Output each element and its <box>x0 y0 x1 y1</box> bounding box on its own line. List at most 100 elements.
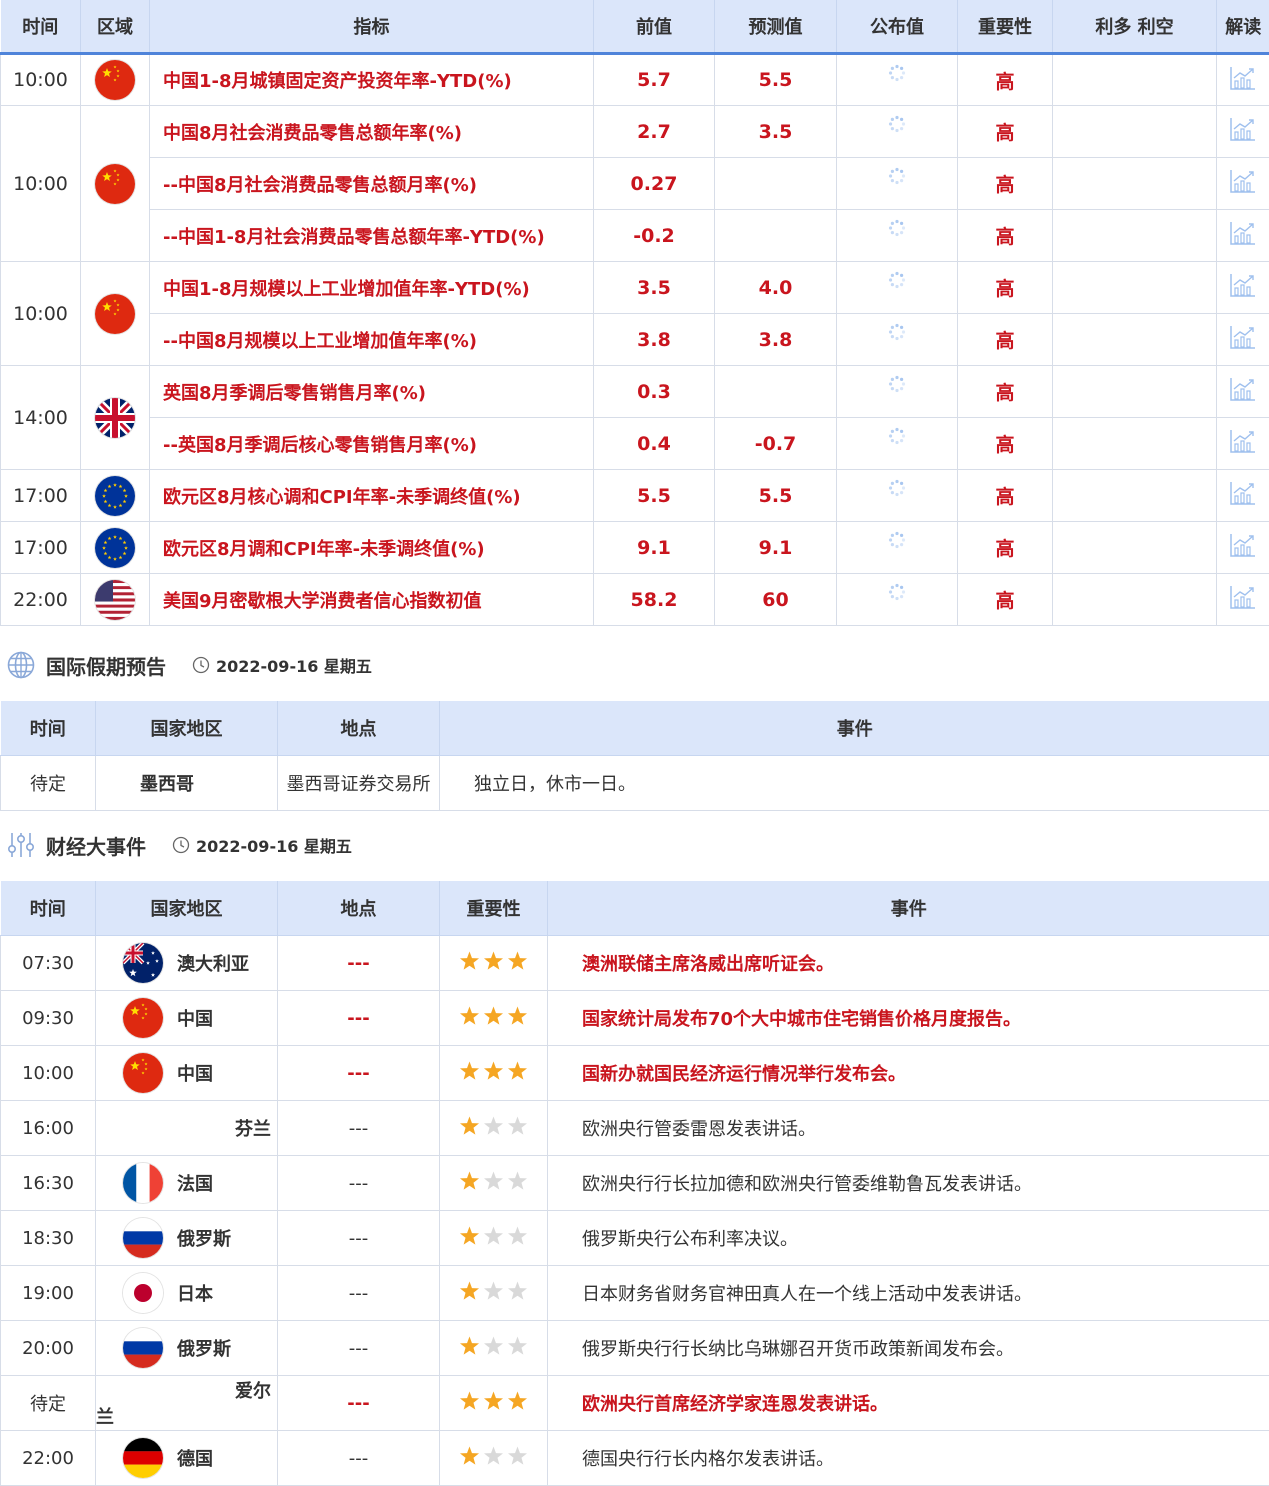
indicator-link[interactable]: 英国8月季调后零售销售月率(%) <box>150 366 594 418</box>
evt-location: --- <box>278 1211 440 1266</box>
star-filled-icon <box>483 951 504 971</box>
hol-country: 墨西哥 <box>96 756 278 811</box>
actual-value-cell <box>837 262 958 314</box>
evt-country-cell: 芬兰 <box>96 1101 278 1156</box>
evt-country-cell: 俄罗斯 <box>96 1321 278 1376</box>
star-empty-icon <box>483 1281 504 1301</box>
importance-stars <box>459 1116 528 1136</box>
chart-icon[interactable] <box>1230 273 1256 302</box>
importance-value: 高 <box>958 54 1053 106</box>
hol-event: 独立日，休市一日。 <box>440 756 1269 811</box>
star-empty-icon <box>483 1171 504 1191</box>
events-section-title: 财经大事件 <box>46 831 146 860</box>
star-filled-icon <box>483 1391 504 1411</box>
star-filled-icon <box>459 1226 480 1246</box>
previous-value: 0.4 <box>594 418 715 470</box>
interpretation-cell[interactable] <box>1217 574 1269 626</box>
chart-icon[interactable] <box>1230 429 1256 458</box>
region-cell <box>81 574 150 626</box>
col-actual: 公布值 <box>837 0 958 54</box>
star-filled-icon <box>459 1446 480 1466</box>
china-flag-icon <box>95 294 135 334</box>
evt-location: --- <box>278 1101 440 1156</box>
evt-description: 欧洲央行首席经济学家连恩发表讲话。 <box>548 1376 1269 1431</box>
importance-stars <box>459 1446 528 1466</box>
indicator-link[interactable]: --中国8月社会消费品零售总额月率(%) <box>150 158 594 210</box>
importance-stars <box>459 951 528 971</box>
interpretation-cell[interactable] <box>1217 210 1269 262</box>
col-interpretation: 解读 <box>1217 0 1269 54</box>
previous-value: 9.1 <box>594 522 715 574</box>
indicator-link[interactable]: --中国8月规模以上工业增加值年率(%) <box>150 314 594 366</box>
evt-importance-cell <box>440 1266 548 1321</box>
indicator-link[interactable]: 欧元区8月调和CPI年率-未季调终值(%) <box>150 522 594 574</box>
indicator-link[interactable]: 中国1-8月规模以上工业增加值年率-YTD(%) <box>150 262 594 314</box>
actual-value-cell <box>837 210 958 262</box>
event-time: 14:00 <box>1 366 81 470</box>
chart-icon[interactable] <box>1230 585 1256 614</box>
evt-country-name: 日本 <box>177 1284 213 1305</box>
chart-icon[interactable] <box>1230 533 1256 562</box>
interpretation-cell[interactable] <box>1217 158 1269 210</box>
interpretation-cell[interactable] <box>1217 106 1269 158</box>
evt-col-country: 国家地区 <box>96 881 278 936</box>
evt-country-name: 法国 <box>177 1174 213 1195</box>
evt-description: 欧洲央行行长拉加德和欧洲央行管委维勒鲁瓦发表讲话。 <box>548 1156 1269 1211</box>
region-cell <box>81 470 150 522</box>
table-row: 09:30中国---国家统计局发布70个大中城市住宅销售价格月度报告。 <box>1 991 1269 1046</box>
table-row: 10:00中国8月社会消费品零售总额年率(%)2.73.5高 <box>1 106 1269 158</box>
evt-importance-cell <box>440 1376 548 1431</box>
table-row: --中国1-8月社会消费品零售总额年率-YTD(%)-0.2高 <box>1 210 1269 262</box>
evt-description: 欧洲央行管委雷恩发表讲话。 <box>548 1101 1269 1156</box>
holiday-table: 时间 国家地区 地点 事件 待定 墨西哥 墨西哥证券交易所 独立日，休市一日。 <box>0 701 1269 811</box>
evt-location: --- <box>278 1266 440 1321</box>
indicator-link[interactable]: 欧元区8月核心调和CPI年率-未季调终值(%) <box>150 470 594 522</box>
forecast-value <box>715 210 837 262</box>
interpretation-cell[interactable] <box>1217 314 1269 366</box>
chart-icon[interactable] <box>1230 169 1256 198</box>
star-filled-icon <box>459 1336 480 1356</box>
evt-country-cell: 中国 <box>96 991 278 1046</box>
forecast-value: 5.5 <box>715 470 837 522</box>
star-empty-icon <box>507 1446 528 1466</box>
star-empty-icon <box>507 1281 528 1301</box>
china-flag-icon <box>123 998 163 1038</box>
region-cell <box>81 262 150 366</box>
evt-country-name: 德国 <box>177 1449 213 1470</box>
indicator-link[interactable]: 美国9月密歇根大学消费者信心指数初值 <box>150 574 594 626</box>
interpretation-cell[interactable] <box>1217 54 1269 106</box>
us-flag-icon <box>95 580 135 620</box>
previous-value: 3.8 <box>594 314 715 366</box>
loading-spinner-icon <box>887 426 907 451</box>
interpretation-cell[interactable] <box>1217 522 1269 574</box>
hol-col-location: 地点 <box>278 701 440 756</box>
forecast-value: 60 <box>715 574 837 626</box>
evt-country-cell: 澳大利亚 <box>96 936 278 991</box>
chart-icon[interactable] <box>1230 377 1256 406</box>
indicator-link[interactable]: 中国1-8月城镇固定资产投资年率-YTD(%) <box>150 54 594 106</box>
region-cell <box>81 54 150 106</box>
table-row: 16:30法国---欧洲央行行长拉加德和欧洲央行管委维勒鲁瓦发表讲话。 <box>1 1156 1269 1211</box>
chart-icon[interactable] <box>1230 221 1256 250</box>
star-filled-icon <box>507 1061 528 1081</box>
evt-col-time: 时间 <box>1 881 96 936</box>
chart-icon[interactable] <box>1230 481 1256 510</box>
interpretation-cell[interactable] <box>1217 262 1269 314</box>
interpretation-cell[interactable] <box>1217 470 1269 522</box>
chart-icon[interactable] <box>1230 325 1256 354</box>
indicator-link[interactable]: --中国1-8月社会消费品零售总额年率-YTD(%) <box>150 210 594 262</box>
table-row: --英国8月季调后核心零售销售月率(%)0.4-0.7高 <box>1 418 1269 470</box>
economic-calendar-table: 时间 区域 指标 前值 预测值 公布值 重要性 利多 利空 解读 10:00中国… <box>0 0 1269 626</box>
table-row: 22:00德国---德国央行行长内格尔发表讲话。 <box>1 1431 1269 1486</box>
chart-icon[interactable] <box>1230 66 1256 95</box>
bull-bear-cell <box>1053 158 1217 210</box>
star-filled-icon <box>459 1116 480 1136</box>
event-time: 22:00 <box>1 574 81 626</box>
chart-icon[interactable] <box>1230 117 1256 146</box>
interpretation-cell[interactable] <box>1217 366 1269 418</box>
indicator-link[interactable]: --英国8月季调后核心零售销售月率(%) <box>150 418 594 470</box>
interpretation-cell[interactable] <box>1217 418 1269 470</box>
indicator-link[interactable]: 中国8月社会消费品零售总额年率(%) <box>150 106 594 158</box>
importance-value: 高 <box>958 470 1053 522</box>
evt-location: --- <box>278 1046 440 1101</box>
